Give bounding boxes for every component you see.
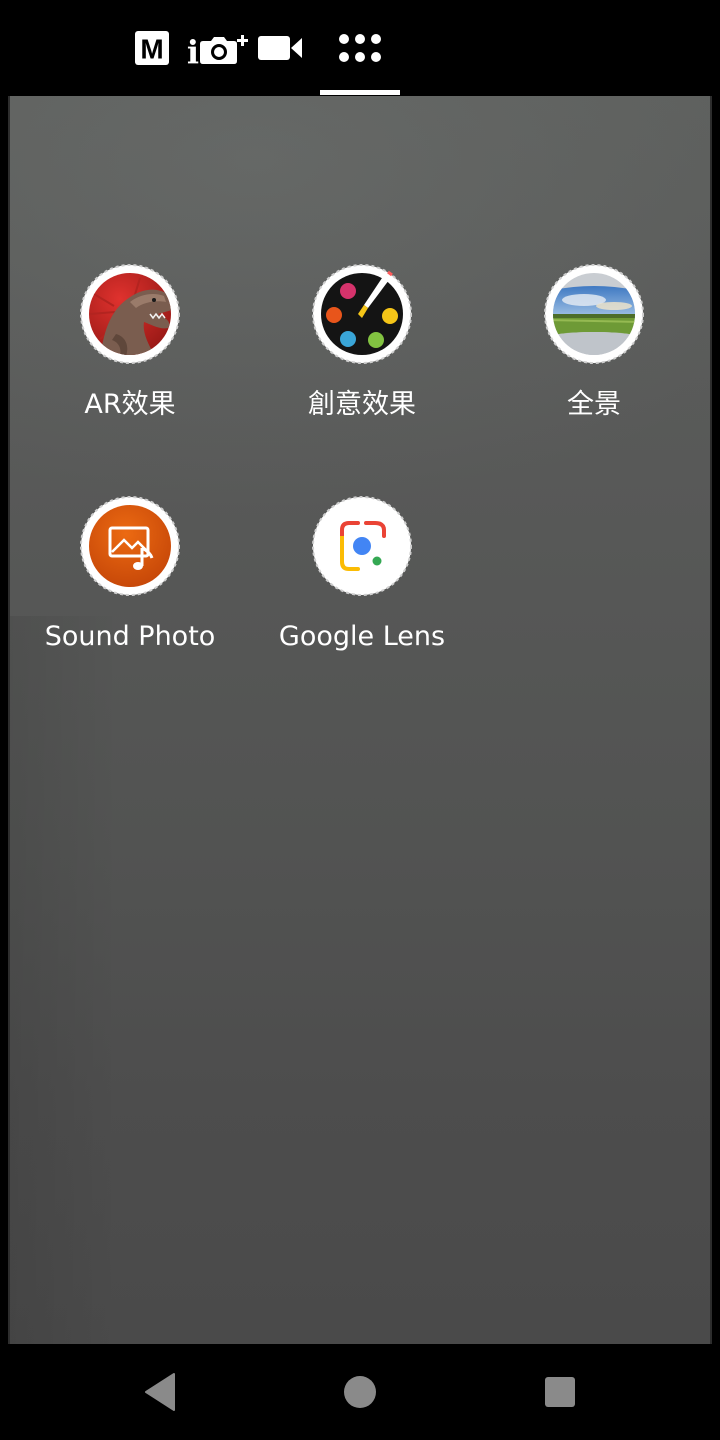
navigation-bar — [0, 1344, 720, 1440]
app-label-sound-photo: Sound Photo — [44, 621, 216, 652]
ar-effect-dinosaur-icon — [80, 264, 180, 364]
viewfinder-panel: AR效果 創意效果 全景 Sound Photo Google Lens — [8, 96, 712, 1344]
app-label-panorama: 全景 — [567, 389, 621, 420]
google-lens-icon — [312, 496, 412, 596]
video-camera-icon — [258, 36, 302, 60]
back-button[interactable] — [136, 1368, 184, 1416]
app-label-google-lens: Google Lens — [278, 621, 446, 652]
sound-photo-icon — [80, 496, 180, 596]
creative-effect-palette-icon — [312, 264, 412, 364]
video-mode-button[interactable] — [256, 28, 306, 68]
photo-mode-button[interactable]: i — [184, 28, 252, 68]
camera-app-screen: M i AR效果 創意效果 全景 Sound Photo Google Lens — [0, 0, 720, 1440]
more-modes-button[interactable] — [334, 28, 386, 68]
manual-mode-button[interactable]: M — [132, 28, 172, 68]
camera-plus-icon: i — [187, 33, 248, 68]
recents-button[interactable] — [536, 1368, 584, 1416]
recents-square-icon — [545, 1377, 575, 1407]
back-triangle-icon — [145, 1373, 175, 1411]
grid-dots-icon — [339, 34, 381, 62]
manual-mode-letter: M — [140, 34, 163, 65]
manual-mode-icon: M — [135, 31, 169, 65]
panorama-landscape-icon — [544, 264, 644, 364]
app-label-creative-effect: 創意效果 — [308, 389, 416, 420]
active-mode-indicator — [320, 90, 400, 95]
app-label-ar-effect: AR效果 — [84, 389, 176, 420]
intelligent-auto-letter: i — [187, 33, 199, 68]
home-circle-icon — [344, 1376, 376, 1408]
home-button[interactable] — [336, 1368, 384, 1416]
mode-bar: M i — [0, 0, 720, 95]
